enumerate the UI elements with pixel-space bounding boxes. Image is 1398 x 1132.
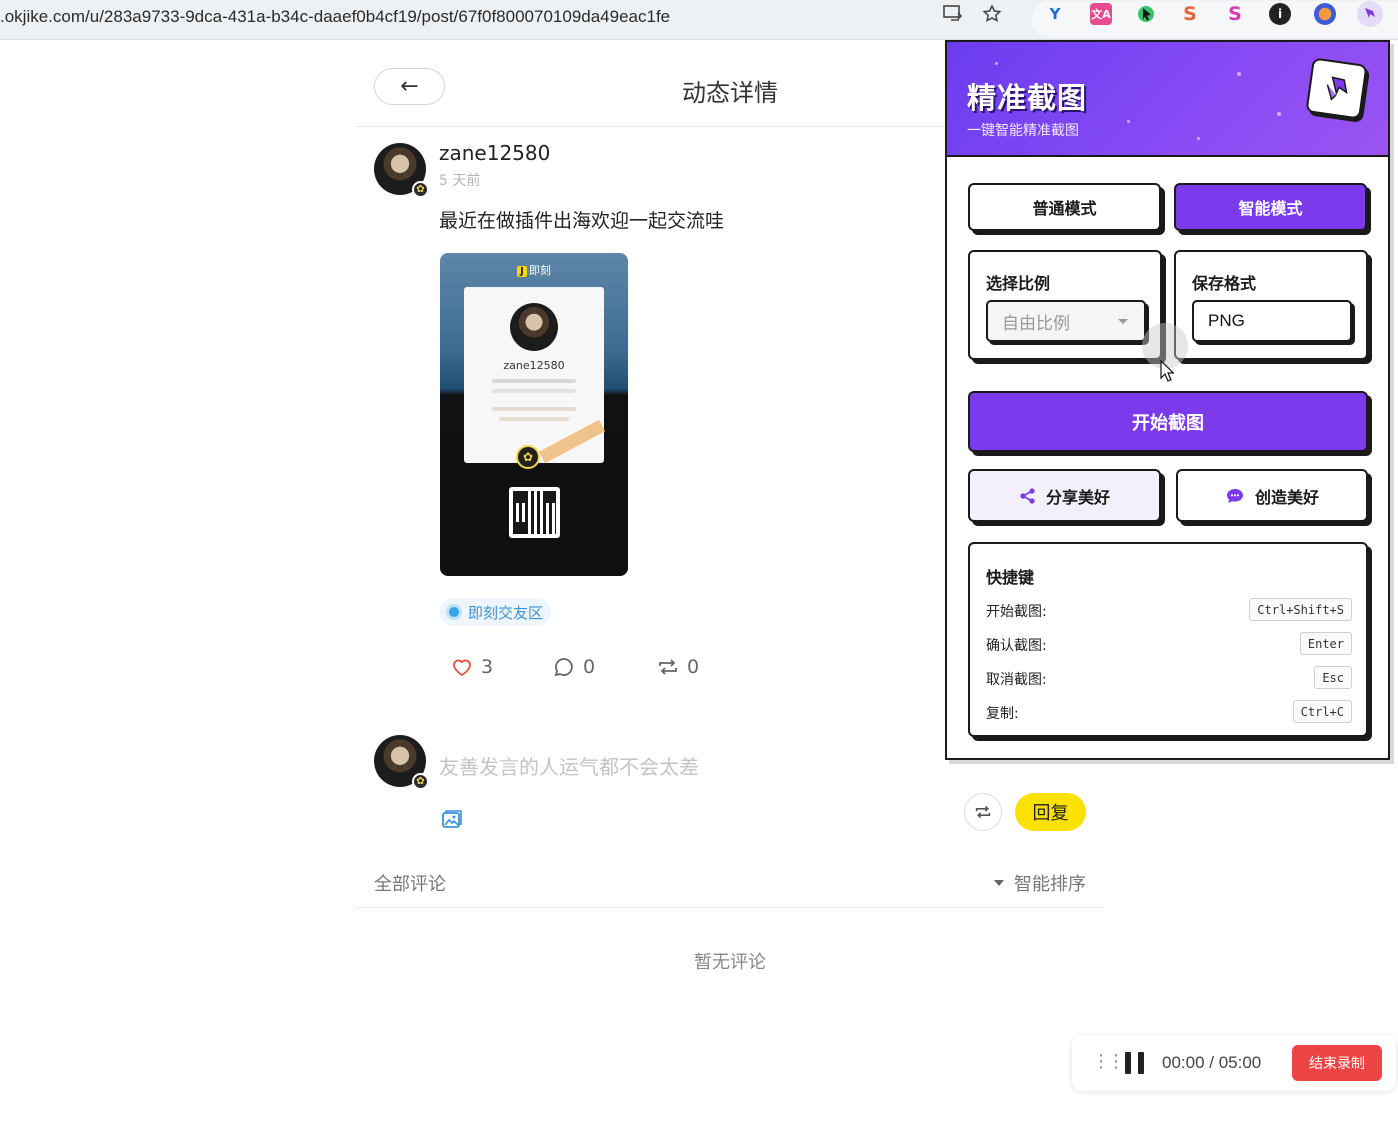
precise-screenshot-extension-icon[interactable] [1357, 1, 1383, 27]
drag-handle-icon[interactable]: ⋮⋮ [1092, 1051, 1125, 1072]
extension-y-icon[interactable]: Y [1044, 3, 1066, 25]
shortcut-row: 确认截图: Enter [986, 632, 1352, 656]
format-select[interactable]: PNG [1192, 300, 1352, 342]
topic-tag[interactable]: 即刻交友区 [440, 598, 552, 626]
browser-toolbar: .okjike.com/u/283a9733-9dca-431a-b34c-da… [0, 0, 1398, 40]
mouse-cursor-icon [1160, 360, 1174, 382]
caret-down-icon [1118, 319, 1128, 324]
image-sticker-icon: ✿ [516, 445, 540, 469]
chat-bubble-icon [1226, 488, 1243, 503]
ratio-label: 选择比例 [986, 274, 1051, 293]
post-image[interactable]: J 即刻 zane12580 ✿ [440, 253, 628, 576]
image-app-logo: J 即刻 [440, 262, 628, 278]
share-button[interactable]: 分享美好 [968, 469, 1161, 522]
translate-extension-icon[interactable]: 文A [1090, 3, 1112, 25]
shortcut-row: 开始截图: Ctrl+Shift+S [986, 598, 1352, 622]
topic-icon [446, 604, 462, 620]
comment-icon [554, 657, 573, 676]
repost-button[interactable]: 0 [657, 656, 699, 678]
popup-subtitle: 一键智能精准截图 [967, 123, 1079, 139]
shortcut-key: Enter [1299, 632, 1352, 655]
shortcuts-title: 快捷键 [986, 568, 1035, 587]
divider [355, 907, 1105, 908]
comment-button[interactable]: 0 [553, 656, 595, 678]
format-label: 保存格式 [1192, 274, 1257, 293]
post-content: 最近在做插件出海欢迎一起交流哇 [439, 210, 725, 232]
ratio-panel: 选择比例 自由比例 [968, 250, 1162, 360]
share-icon [1020, 487, 1035, 504]
shortcut-key: Ctrl+C [1292, 700, 1352, 723]
normal-mode-button[interactable]: 普通模式 [968, 183, 1161, 231]
repost-icon [975, 805, 991, 819]
all-comments-label: 全部评论 [374, 874, 446, 895]
extension-dark-circle-icon[interactable]: i [1269, 3, 1291, 25]
screen-recorder-bar: ⋮⋮ 00:00 / 05:00 结束录制 [1072, 1035, 1396, 1091]
shortcut-row: 复制: Ctrl+C [986, 700, 1352, 724]
post-time: 5 天前 [439, 173, 481, 189]
comment-input[interactable]: 友善发言的人运气都不会太差 [439, 751, 699, 780]
verified-badge-icon: ✿ [412, 181, 429, 198]
screenshot-extension-popup: 精准截图 一键智能精准截图 普通模式 智能模式 选择比例 自由比例 保存格式 P… [945, 40, 1390, 760]
image-avatar [510, 303, 558, 351]
extension-globe-icon[interactable] [1314, 3, 1336, 25]
popup-header: 精准截图 一键智能精准截图 [947, 42, 1388, 157]
empty-comments: 暂无评论 [694, 952, 766, 973]
pause-icon[interactable] [1125, 1052, 1145, 1074]
popup-title: 精准截图 [967, 81, 1088, 115]
author-avatar[interactable]: ✿ [374, 143, 429, 198]
recording-timer: 00:00 / 05:00 [1162, 1053, 1262, 1072]
repost-toggle-button[interactable] [964, 793, 1002, 831]
start-screenshot-button[interactable]: 开始截图 [968, 391, 1368, 452]
shortcut-key: Esc [1314, 666, 1352, 689]
extension-s-orange-icon[interactable]: S [1179, 3, 1201, 25]
like-button[interactable]: 3 [451, 656, 493, 678]
image-username: zane12580 [503, 359, 565, 372]
ratio-select[interactable]: 自由比例 [986, 300, 1146, 342]
verified-badge-icon: ✿ [412, 773, 429, 790]
reply-button[interactable]: 回复 [1015, 793, 1086, 831]
extension-s-pink-icon[interactable]: S [1224, 3, 1246, 25]
like-count: 3 [481, 656, 494, 678]
shortcut-row: 取消截图: Esc [986, 666, 1352, 690]
repost-count: 0 [687, 656, 700, 678]
comment-count: 0 [583, 656, 596, 678]
create-button[interactable]: 创造美好 [1176, 469, 1368, 522]
install-app-icon[interactable] [942, 3, 964, 25]
cursor-extension-icon[interactable] [1135, 3, 1157, 25]
heart-icon [453, 659, 471, 677]
author-username[interactable]: zane12580 [439, 141, 550, 165]
app-logo-icon [1305, 57, 1368, 120]
image-upload-icon[interactable] [441, 809, 463, 833]
qr-code [509, 487, 560, 538]
address-bar[interactable]: .okjike.com/u/283a9733-9dca-431a-b34c-da… [0, 7, 670, 27]
bookmark-star-icon[interactable] [981, 3, 1003, 25]
shortcuts-panel: 快捷键 开始截图: Ctrl+Shift+S 确认截图: Enter 取消截图:… [968, 542, 1368, 737]
smart-mode-button[interactable]: 智能模式 [1174, 183, 1367, 231]
caret-down-icon [994, 880, 1004, 886]
my-avatar: ✿ [374, 735, 429, 790]
stop-recording-button[interactable]: 结束录制 [1292, 1045, 1382, 1081]
shortcut-key: Ctrl+Shift+S [1249, 598, 1352, 621]
sort-dropdown[interactable]: 智能排序 [994, 870, 1086, 896]
format-panel: 保存格式 PNG [1174, 250, 1368, 360]
extensions-bar [1032, 1, 1398, 37]
repost-icon [659, 659, 677, 675]
